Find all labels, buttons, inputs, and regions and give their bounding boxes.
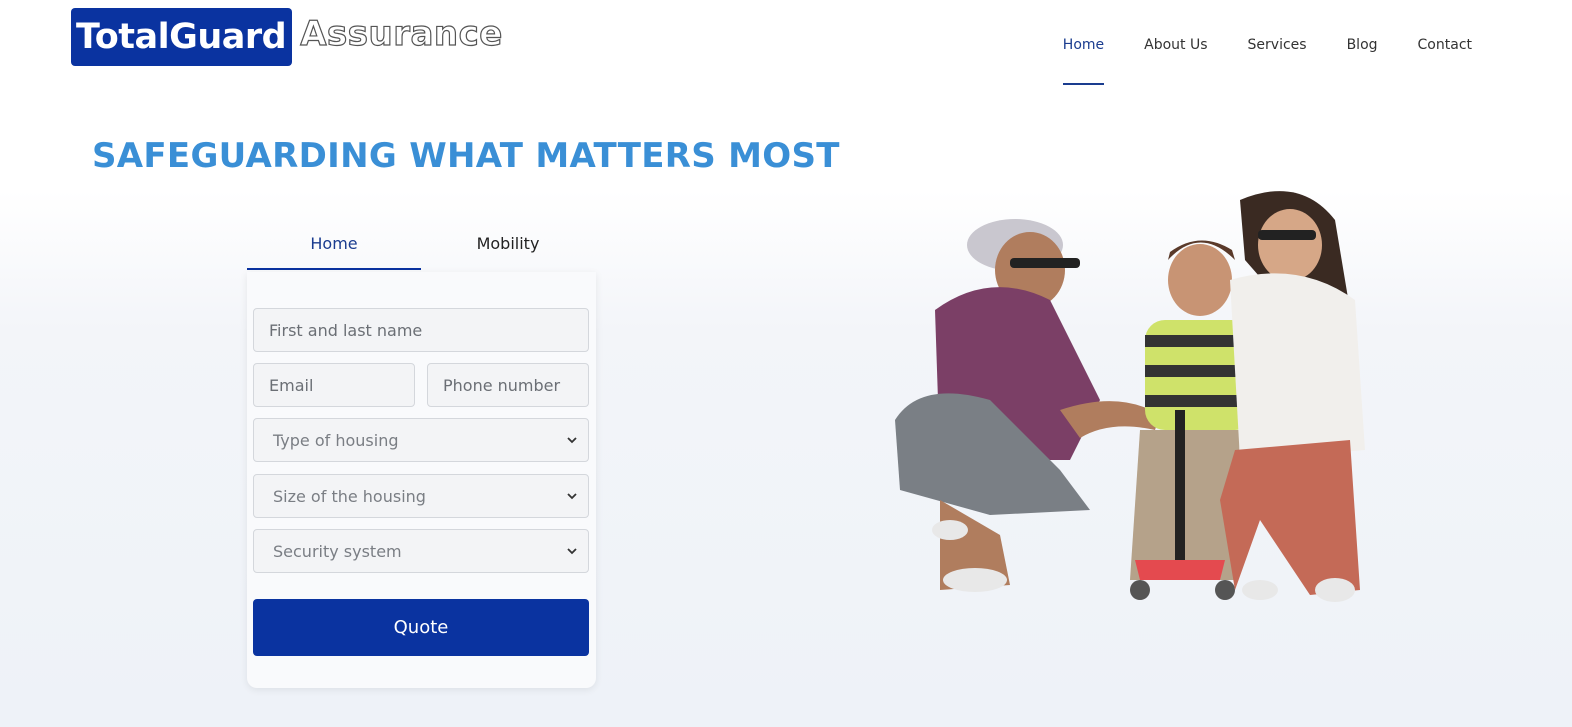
main-nav: Home About Us Services Blog Contact — [1062, 36, 1472, 85]
chevron-down-icon — [567, 548, 577, 555]
housing-type-select[interactable]: Type of housing — [253, 418, 589, 462]
security-system-value: Security system — [273, 541, 402, 561]
security-system-select[interactable]: Security system — [253, 529, 589, 573]
nav-item-blog[interactable]: Blog — [1347, 36, 1378, 85]
housing-size-select[interactable]: Size of the housing — [253, 474, 589, 518]
chevron-down-icon — [567, 437, 577, 444]
nav-item-contact[interactable]: Contact — [1418, 36, 1472, 85]
nav-item-home[interactable]: Home — [1062, 36, 1105, 85]
form-tabs: Home Mobility — [247, 226, 596, 270]
brand-name-outline: Assurance — [300, 13, 503, 54]
hero-title: SAFEGUARDING WHAT MATTERS MOST — [92, 136, 840, 176]
chevron-down-icon — [567, 493, 577, 500]
email-input[interactable] — [253, 363, 415, 407]
tab-mobility[interactable]: Mobility — [421, 226, 595, 270]
nav-item-about-us[interactable]: About Us — [1144, 36, 1207, 85]
phone-input[interactable] — [427, 363, 589, 407]
nav-item-services[interactable]: Services — [1248, 36, 1307, 85]
housing-type-value: Type of housing — [273, 430, 399, 450]
tab-home[interactable]: Home — [247, 226, 421, 270]
name-input[interactable] — [253, 308, 589, 352]
brand-name-bold: TotalGuard — [71, 8, 293, 66]
family-photo — [895, 191, 1365, 602]
quote-button[interactable]: Quote — [253, 599, 589, 656]
brand-logo[interactable]: TotalGuard Assurance — [71, 8, 503, 66]
quote-form: Type of housing Size of the housing Secu… — [247, 272, 596, 688]
housing-size-value: Size of the housing — [273, 486, 426, 506]
